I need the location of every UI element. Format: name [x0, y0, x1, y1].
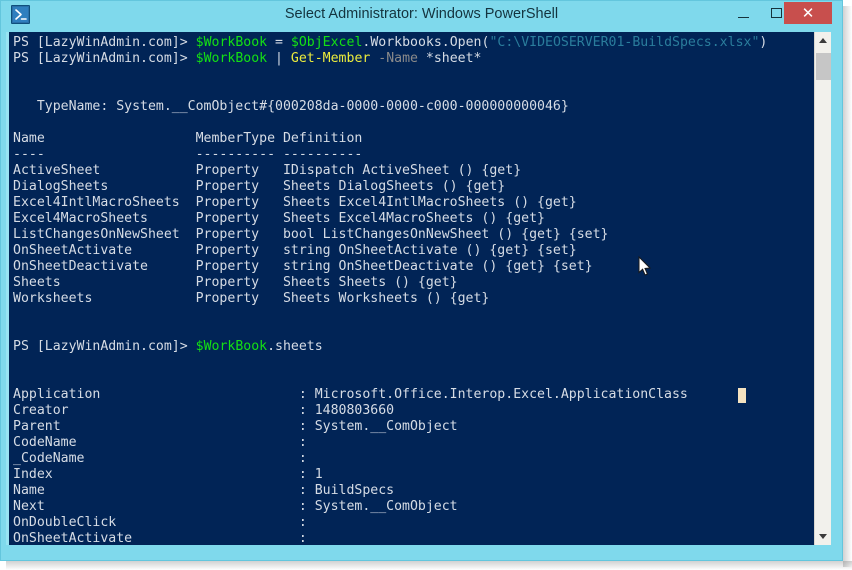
console-line: Next : System.__ComObject [13, 499, 458, 515]
scrollbar-thumb[interactable] [816, 53, 831, 80]
console-text-span: Creator : 1480803660 [13, 403, 395, 418]
title-bar[interactable]: Select Administrator: Windows PowerShell… [1, 1, 842, 28]
console-text-span: PS [LazyWinAdmin.com]> [13, 35, 196, 50]
console-text-span: .Workbooks.Open( [362, 35, 490, 50]
console-text-span: $WorkBook [195, 35, 268, 50]
console-line: Excel4MacroSheets Property Sheets Excel4… [13, 211, 545, 227]
console-line: PS [LazyWinAdmin.com]> $WorkBook | Get-M… [13, 51, 482, 67]
console-text-span: .sheets [267, 339, 323, 354]
console-text-span: $WorkBook [195, 339, 268, 354]
console-line: Parent : System.__ComObject [13, 419, 458, 435]
minimize-button[interactable] [728, 2, 758, 24]
console-line: Name : BuildSpecs [13, 483, 394, 499]
close-icon: ✕ [801, 5, 815, 22]
console-text-span: = [267, 35, 291, 50]
console-line: Creator : 1480803660 [13, 403, 394, 419]
console-line: OnSheetActivate Property string OnSheetA… [13, 243, 577, 259]
console-text-span: OnSheetActivate : [13, 531, 307, 545]
maximize-icon [770, 8, 782, 18]
text-cursor [738, 388, 746, 403]
console-text-span: Excel4IntlMacroSheets Property Sheets Ex… [13, 195, 577, 210]
console-line: DialogSheets Property Sheets DialogSheet… [13, 179, 505, 195]
console-line: OnSheetDeactivate Property string OnShee… [13, 259, 593, 275]
console-text-span: Parent : System.__ComObject [13, 419, 458, 434]
powershell-icon [11, 5, 30, 24]
window-title: Select Administrator: Windows PowerShell [284, 6, 559, 22]
powershell-window: Select Administrator: Windows PowerShell… [0, 0, 843, 561]
console-text-span: OnDoubleClick : [13, 515, 307, 530]
console-text-span: ---- ---------- ---------- [13, 147, 363, 162]
console-output-area[interactable]: PS [LazyWinAdmin.com]> $WorkBook = $ObjE… [9, 32, 814, 545]
console-text-span: OnSheetActivate Property string OnSheetA… [13, 243, 577, 258]
console-text-span: $ObjExcel [290, 35, 363, 50]
console-text-span: OnSheetDeactivate Property string OnShee… [13, 259, 593, 274]
console-text-span: PS [LazyWinAdmin.com]> [13, 339, 196, 354]
console-text-span: TypeName: System.__ComObject#{000208da-0… [13, 99, 569, 114]
console-text-span: -Name [370, 51, 418, 66]
console-line: ListChangesOnNewSheet Property bool List… [13, 227, 608, 243]
console-line: OnSheetActivate : [13, 531, 307, 545]
console-text-span: Next : System.__ComObject [13, 499, 458, 514]
console-text-span: ) [759, 35, 768, 50]
minimize-icon [737, 16, 749, 18]
screen: Select Administrator: Windows PowerShell… [0, 0, 852, 570]
console-text-span: Get-Member [290, 51, 371, 66]
console-text-span: Application : Microsoft.Office.Interop.E… [13, 387, 688, 402]
console-line: Excel4IntlMacroSheets Property Sheets Ex… [13, 195, 577, 211]
console-line: Sheets Property Sheets Sheets () {get} [13, 275, 458, 291]
chevron-down-icon [819, 534, 827, 539]
chevron-up-icon [819, 38, 827, 43]
console-text-span: DialogSheets Property Sheets DialogSheet… [13, 179, 506, 194]
console-text-span: $WorkBook [195, 51, 268, 66]
console-line: _CodeName : [13, 451, 307, 467]
console-text-span: "C:\VIDEOSERVER01-BuildSpecs.xlsx" [489, 35, 760, 50]
window-shadow-right [843, 6, 852, 567]
console-text-span: CodeName : [13, 435, 307, 450]
console-text-span: Name MemberType Definition [13, 131, 363, 146]
console-text-span: Worksheets Property Sheets Worksheets ()… [13, 291, 490, 306]
console-line: Name MemberType Definition [13, 131, 362, 147]
scrollbar-up-button[interactable] [815, 32, 831, 49]
console-line: Application : Microsoft.Office.Interop.E… [13, 387, 688, 403]
console-scrollbar[interactable] [814, 32, 831, 545]
console-text-span: ActiveSheet Property IDispatch ActiveShe… [13, 163, 522, 178]
console-text-span: PS [LazyWinAdmin.com]> [13, 51, 196, 66]
console-text-span: Sheets Property Sheets Sheets () {get} [13, 275, 458, 290]
console-text-span: Name : BuildSpecs [13, 483, 395, 498]
console-line: CodeName : [13, 435, 307, 451]
scrollbar-down-button[interactable] [815, 528, 831, 545]
console-text-span: *sheet* [417, 51, 482, 66]
console-line: ActiveSheet Property IDispatch ActiveShe… [13, 163, 521, 179]
console-text-span: ListChangesOnNewSheet Property bool List… [13, 227, 609, 242]
console-text-span: Index : 1 [13, 467, 323, 482]
console-line: ---- ---------- ---------- [13, 147, 362, 163]
console-text-span: Excel4MacroSheets Property Sheets Excel4… [13, 211, 545, 226]
close-button[interactable]: ✕ [784, 2, 832, 24]
console-line: Index : 1 [13, 467, 323, 483]
console-text-span: _CodeName : [13, 451, 307, 466]
window-shadow-bottom [6, 561, 852, 570]
console-line: TypeName: System.__ComObject#{000208da-0… [13, 99, 569, 115]
console-text-span: | [267, 51, 291, 66]
console-line: PS [LazyWinAdmin.com]> $WorkBook = $ObjE… [13, 35, 767, 51]
console-line: Worksheets Property Sheets Worksheets ()… [13, 291, 489, 307]
console-line: PS [LazyWinAdmin.com]> $WorkBook.sheets [13, 339, 323, 355]
console-line: OnDoubleClick : [13, 515, 307, 531]
